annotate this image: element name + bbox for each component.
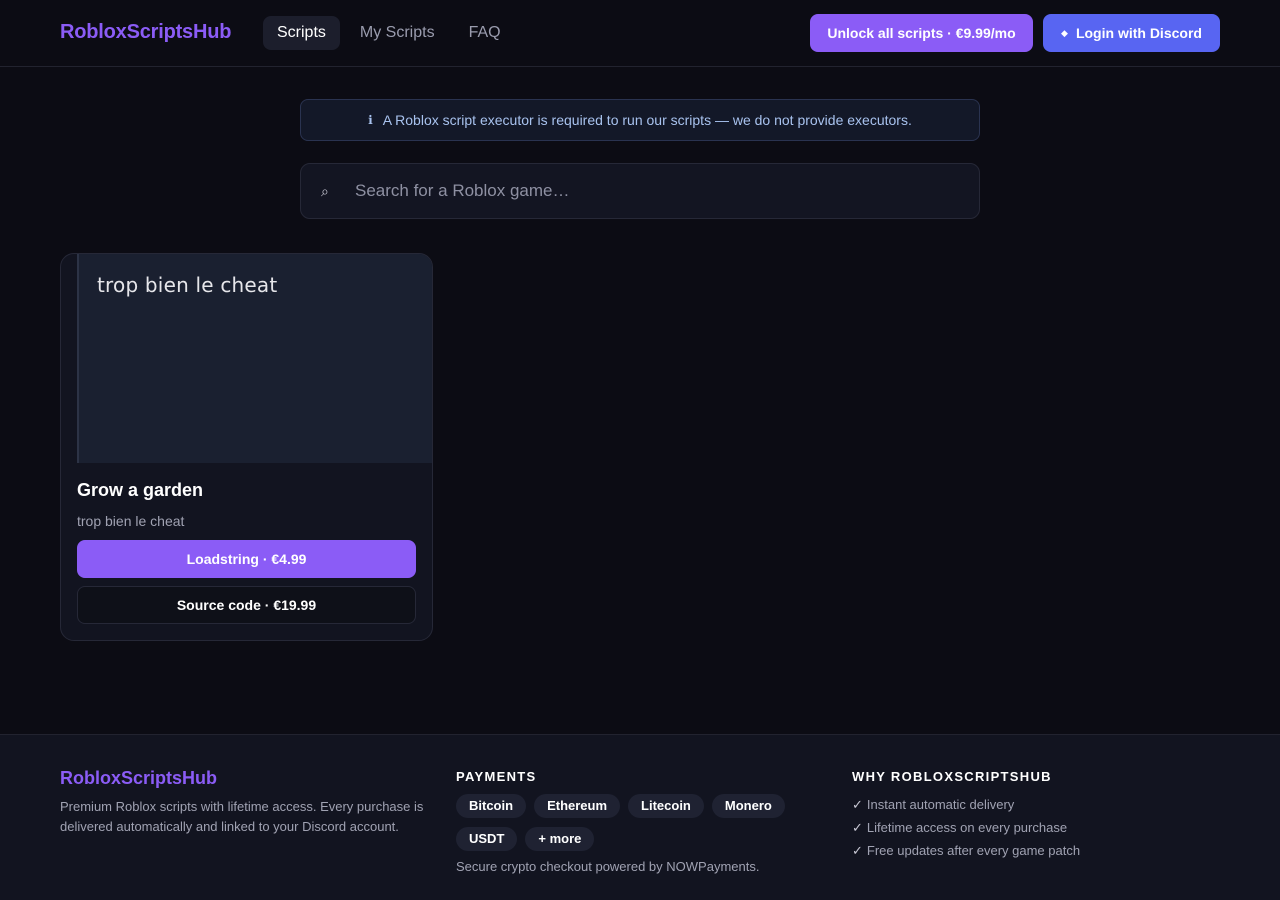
chip-ethereum[interactable]: Ethereum <box>534 794 621 818</box>
discord-icon: ◆ <box>1061 28 1068 38</box>
search-icon: ⌕ <box>321 182 329 199</box>
why-list: ✓ Instant automatic delivery ✓ Lifetime ac… <box>852 793 1080 862</box>
why-item-text: Free updates after every game patch <box>866 843 1081 858</box>
card-title: Grow a garden <box>77 480 204 500</box>
why-item-text: Instant automatic delivery <box>866 797 1015 812</box>
nav-my-scripts[interactable]: My Scripts <box>346 16 449 50</box>
buy-source-code-button[interactable]: Source code · €19.99 <box>77 586 416 624</box>
why-item-text: Lifetime access on every purchase <box>866 820 1068 835</box>
thumbnail-text: trop bien le cheat <box>97 273 278 297</box>
search-bar: ⌕ <box>300 163 980 219</box>
brand-logo[interactable]: RobloxScriptsHub <box>60 21 231 44</box>
why-heading: WHY ROBLOXSCRIPTSHUB <box>852 769 1052 784</box>
buy-loadstring-button[interactable]: Loadstring · €4.99 <box>77 540 416 578</box>
list-item: ✓ Lifetime access on every purchase <box>852 816 1080 839</box>
nav-faq[interactable]: FAQ <box>455 16 515 50</box>
list-item: ✓ Free updates after every game patch <box>852 839 1080 862</box>
chip-litecoin[interactable]: Litecoin <box>628 794 704 818</box>
chip-usdt[interactable]: USDT <box>456 827 518 851</box>
chip-more[interactable]: + more <box>525 827 595 851</box>
discord-login-button[interactable]: ◆ Login with Discord <box>1043 14 1220 52</box>
search-input[interactable] <box>355 164 979 218</box>
script-card: trop bien le cheat Grow a garden trop bi… <box>60 253 433 641</box>
check-icon: ✓ <box>852 797 863 812</box>
check-icon: ✓ <box>852 820 863 835</box>
notice-text: A Roblox script executor is required to … <box>382 112 912 128</box>
executor-notice: ℹ A Roblox script executor is required t… <box>300 99 980 141</box>
main-nav: Scripts My Scripts FAQ <box>263 16 521 50</box>
card-description: trop bien le cheat <box>77 513 185 529</box>
list-item: ✓ Instant automatic delivery <box>852 793 1080 816</box>
nav-scripts[interactable]: Scripts <box>263 16 340 50</box>
footer-brand: RobloxScriptsHub <box>60 768 218 788</box>
chip-monero[interactable]: Monero <box>711 794 785 818</box>
unlock-all-button[interactable]: Unlock all scripts · €9.99/mo <box>810 14 1033 52</box>
discord-login-label: Login with Discord <box>1075 25 1202 41</box>
payments-heading: PAYMENTS <box>456 769 537 784</box>
chip-bitcoin[interactable]: Bitcoin <box>456 794 527 818</box>
payments-note: Secure crypto checkout powered by NOWPay… <box>456 859 760 874</box>
info-icon: ℹ <box>368 113 373 127</box>
top-navbar: RobloxScriptsHub Scripts My Scripts FAQ … <box>0 0 1280 67</box>
footer: RobloxScriptsHub Premium Roblox scripts … <box>0 734 1280 900</box>
payment-chips: Bitcoin Ethereum Litecoin Monero USDT + … <box>456 794 816 851</box>
card-thumbnail[interactable]: trop bien le cheat <box>77 254 432 463</box>
footer-about: Premium Roblox scripts with lifetime acc… <box>60 799 424 834</box>
check-icon: ✓ <box>852 843 863 858</box>
